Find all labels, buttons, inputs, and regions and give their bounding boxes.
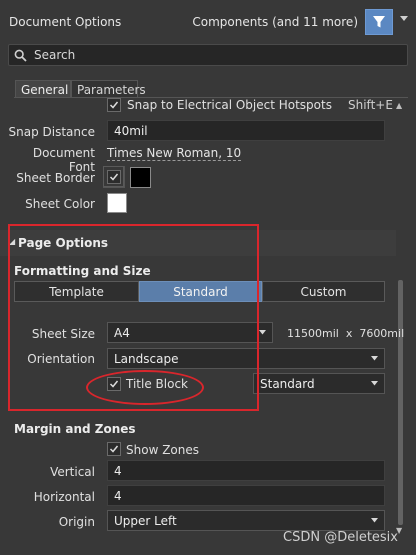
origin-select[interactable]: Upper Left (107, 510, 385, 531)
snap-distance-label: Snap Distance (8, 125, 95, 139)
check-icon (109, 445, 119, 453)
horizontal-field[interactable]: 4 (107, 485, 385, 506)
snap-distance-field[interactable]: 40mil (107, 120, 385, 141)
sheet-border-color-fill (131, 168, 150, 187)
search-input[interactable]: Search (34, 48, 75, 62)
sheet-border-color[interactable] (130, 167, 151, 188)
snap-shortcut: Shift+E (348, 98, 393, 112)
check-icon (109, 101, 119, 109)
filter-summary[interactable]: Components (and 11 more) (192, 15, 358, 29)
scroll-up-icon[interactable]: ▲ (396, 101, 402, 110)
watermark: CSDN @Deletesix (283, 530, 398, 545)
sheet-dimensions: 11500mil x 7600mil (287, 327, 405, 340)
document-font-link[interactable]: Times New Roman, 10 (107, 146, 242, 161)
horizontal-label: Horizontal (33, 490, 95, 504)
origin-value: Upper Left (114, 514, 177, 528)
annotation-ellipse (86, 370, 204, 405)
scrollbar-thumb[interactable] (398, 280, 403, 525)
filter-dropdown-icon[interactable] (399, 15, 411, 29)
title-block-style-select[interactable]: Standard (253, 373, 385, 394)
title-block-style-value: Standard (260, 377, 315, 391)
sheet-color[interactable] (107, 193, 127, 213)
show-zones-checkbox[interactable] (107, 442, 121, 456)
search-box[interactable]: Search (8, 44, 408, 66)
search-icon (14, 49, 27, 62)
chevron-down-icon (371, 356, 378, 361)
sheet-color-label: Sheet Color (25, 197, 95, 211)
mode-custom[interactable]: Custom (262, 281, 385, 302)
tab-parameters[interactable]: Parameters (71, 80, 146, 98)
origin-label: Origin (58, 515, 95, 529)
chevron-down-icon (371, 518, 378, 523)
filter-icon (373, 16, 385, 28)
vertical-field[interactable]: 4 (107, 460, 385, 481)
chevron-down-icon (371, 381, 378, 386)
snap-hotspots-checkbox[interactable] (107, 98, 121, 112)
panel-title: Document Options (9, 15, 122, 29)
filter-button[interactable] (365, 9, 393, 35)
tab-general[interactable]: General (15, 80, 71, 98)
document-font-label: Document Font (32, 146, 95, 174)
vertical-label: Vertical (50, 465, 95, 479)
sheet-border-label: Sheet Border (16, 171, 95, 185)
chevron-down-icon (259, 330, 266, 335)
sheet-color-fill (108, 194, 126, 212)
margin-zones-title: Margin and Zones (14, 422, 136, 436)
show-zones-label: Show Zones (126, 443, 199, 457)
snap-hotspots-label: Snap to Electrical Object Hotspots (127, 98, 332, 112)
